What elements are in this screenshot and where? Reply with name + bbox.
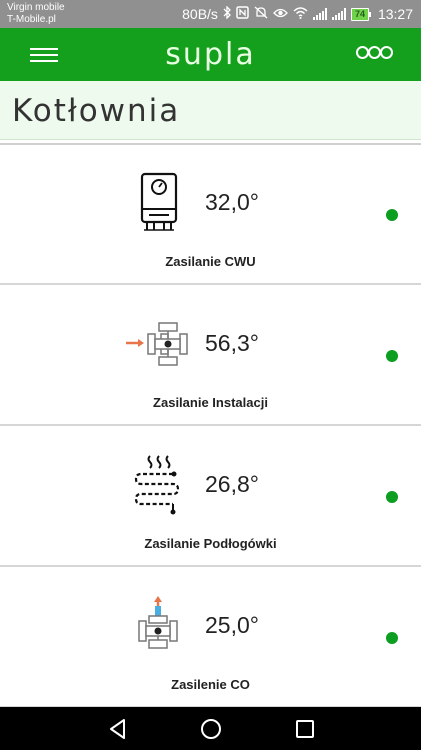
temperature-value: 26,8°: [205, 471, 259, 497]
channel-caption: Zasilanie Podłogówki: [144, 536, 277, 551]
wifi-icon: [293, 6, 308, 22]
battery-indicator: 74: [350, 7, 371, 21]
nfc-icon: [236, 6, 249, 22]
online-status-dot: [386, 632, 398, 644]
battery-tip: [368, 11, 371, 17]
app-bar: supla: [0, 28, 421, 81]
status-bar: Virgin mobile T-Mobile.pl 80B/s 74 13:27: [0, 0, 421, 28]
channel-row[interactable]: 56,3° Zasilanie Instalacji: [0, 286, 421, 426]
boiler-icon: [123, 170, 193, 235]
online-status-dot: [386, 209, 398, 221]
recents-icon[interactable]: [293, 717, 317, 741]
temperature-value: 25,0°: [205, 612, 259, 638]
location-title: Kotłownia: [12, 93, 181, 129]
status-icons: 80B/s 74 13:27: [182, 5, 413, 23]
channel-caption: Zasilenie CO: [171, 677, 250, 692]
supla-dots-icon[interactable]: [356, 46, 393, 59]
online-status-dot: [386, 350, 398, 362]
navigation-bar: [0, 707, 421, 750]
mixing-valve-icon: [123, 311, 193, 376]
eye-icon: [273, 7, 288, 22]
channel-row[interactable]: 32,0° Zasilanie CWU: [0, 145, 421, 285]
location-header[interactable]: Kotłownia: [0, 81, 421, 140]
mute-icon: [254, 6, 268, 22]
channel-row[interactable]: 26,8° Zasilanie Podłogówki: [0, 427, 421, 567]
signal-icon: [312, 8, 327, 20]
channel-caption: Zasilanie Instalacji: [153, 395, 268, 410]
channel-row[interactable]: 25,0° Zasilenie CO: [0, 568, 421, 708]
home-icon[interactable]: [199, 717, 223, 741]
network-speed: 80B/s: [182, 6, 218, 22]
floor-heating-icon: [123, 452, 193, 517]
temperature-value: 56,3°: [205, 330, 259, 356]
battery-level: 74: [350, 7, 369, 21]
online-status-dot: [386, 491, 398, 503]
back-icon[interactable]: [106, 717, 130, 741]
carrier-name: Virgin mobile: [7, 2, 65, 13]
temperature-value: 32,0°: [205, 189, 259, 215]
bluetooth-icon: [223, 5, 231, 22]
central-heating-valve-icon: [123, 593, 193, 658]
carrier-network: T-Mobile.pl: [7, 14, 56, 25]
carrier-info: Virgin mobile T-Mobile.pl: [7, 2, 65, 26]
channel-caption: Zasilanie CWU: [165, 254, 256, 269]
clock: 13:27: [377, 6, 413, 22]
signal-icon: [331, 8, 346, 20]
